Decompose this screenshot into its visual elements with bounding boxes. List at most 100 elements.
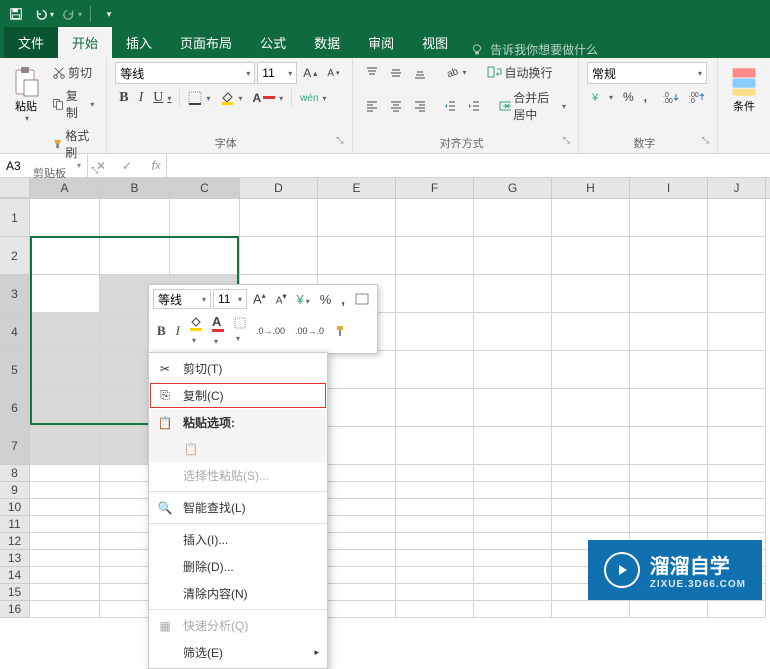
cell-E7[interactable]: [318, 427, 396, 465]
cell-J8[interactable]: [708, 465, 766, 482]
mini-comma[interactable]: ,: [337, 290, 349, 309]
cell-J7[interactable]: [708, 427, 766, 465]
row-header-3[interactable]: 3: [0, 275, 30, 313]
mini-fill-color[interactable]: ▾: [186, 314, 206, 348]
cell-A13[interactable]: [30, 550, 100, 567]
row-header-10[interactable]: 10: [0, 499, 30, 516]
cell-G11[interactable]: [474, 516, 552, 533]
cell-G7[interactable]: [474, 427, 552, 465]
cell-A1[interactable]: [30, 199, 100, 237]
cell-A12[interactable]: [30, 533, 100, 550]
cell-F11[interactable]: [396, 516, 474, 533]
font-name-combo[interactable]: 等线▾: [115, 62, 255, 84]
cell-I1[interactable]: [630, 199, 708, 237]
ctx-filter[interactable]: 筛选(E)▸: [149, 639, 327, 666]
ctx-smart-lookup[interactable]: 🔍智能查找(L): [149, 494, 327, 521]
cell-F15[interactable]: [396, 584, 474, 601]
cell-E14[interactable]: [318, 567, 396, 584]
cell-E16[interactable]: [318, 601, 396, 618]
cell-G14[interactable]: [474, 567, 552, 584]
cell-I6[interactable]: [630, 389, 708, 427]
cell-F3[interactable]: [396, 275, 474, 313]
cell-I8[interactable]: [630, 465, 708, 482]
phonetic-button[interactable]: wén▾: [296, 91, 330, 106]
cell-H2[interactable]: [552, 237, 630, 275]
cell-F1[interactable]: [396, 199, 474, 237]
cell-J10[interactable]: [708, 499, 766, 516]
cell-A9[interactable]: [30, 482, 100, 499]
mini-accounting[interactable]: ¥▾: [293, 290, 314, 309]
font-launcher[interactable]: ⤡: [336, 135, 343, 146]
mini-italic[interactable]: I: [172, 321, 184, 341]
cell-B2[interactable]: [100, 237, 170, 275]
cell-A14[interactable]: [30, 567, 100, 584]
align-center-button[interactable]: [385, 97, 407, 115]
cell-A3[interactable]: [30, 275, 100, 313]
cell-A16[interactable]: [30, 601, 100, 618]
cell-F8[interactable]: [396, 465, 474, 482]
mini-size-combo[interactable]: 11▾: [213, 289, 247, 309]
cell-F12[interactable]: [396, 533, 474, 550]
cell-J3[interactable]: [708, 275, 766, 313]
col-header-B[interactable]: B: [100, 178, 170, 198]
cell-G9[interactable]: [474, 482, 552, 499]
cell-G1[interactable]: [474, 199, 552, 237]
cell-I2[interactable]: [630, 237, 708, 275]
cell-H9[interactable]: [552, 482, 630, 499]
conditional-format-button[interactable]: 条件: [726, 62, 762, 118]
cell-A6[interactable]: [30, 389, 100, 427]
comma-button[interactable]: ,: [640, 88, 651, 106]
font-color-button[interactable]: A▾: [248, 89, 287, 107]
cell-E10[interactable]: [318, 499, 396, 516]
cell-G15[interactable]: [474, 584, 552, 601]
cell-A7[interactable]: [30, 427, 100, 465]
tab-review[interactable]: 审阅: [354, 27, 408, 58]
mini-dec-decimal[interactable]: .00→.0: [291, 324, 328, 338]
align-bottom-button[interactable]: [409, 64, 431, 82]
cell-E1[interactable]: [318, 199, 396, 237]
cell-E15[interactable]: [318, 584, 396, 601]
clipboard-launcher[interactable]: ⤡: [91, 165, 98, 176]
ctx-delete[interactable]: 删除(D)...: [149, 553, 327, 580]
mini-increase-font[interactable]: A▴: [249, 289, 270, 308]
cell-F6[interactable]: [396, 389, 474, 427]
cell-I10[interactable]: [630, 499, 708, 516]
col-header-E[interactable]: E: [318, 178, 396, 198]
cell-H1[interactable]: [552, 199, 630, 237]
cell-G2[interactable]: [474, 237, 552, 275]
row-header-12[interactable]: 12: [0, 533, 30, 550]
cell-H3[interactable]: [552, 275, 630, 313]
row-header-8[interactable]: 8: [0, 465, 30, 482]
col-header-C[interactable]: C: [170, 178, 240, 198]
cell-I3[interactable]: [630, 275, 708, 313]
align-top-button[interactable]: [361, 64, 383, 82]
mini-decrease-font[interactable]: A▾: [272, 289, 291, 308]
row-header-15[interactable]: 15: [0, 584, 30, 601]
increase-font-button[interactable]: A▴: [299, 64, 321, 82]
cell-J9[interactable]: [708, 482, 766, 499]
cell-G16[interactable]: [474, 601, 552, 618]
cell-J4[interactable]: [708, 313, 766, 351]
mini-font-combo[interactable]: 等线▾: [153, 289, 211, 309]
cell-H5[interactable]: [552, 351, 630, 389]
cell-B1[interactable]: [100, 199, 170, 237]
tab-file[interactable]: 文件: [4, 27, 58, 58]
cell-I5[interactable]: [630, 351, 708, 389]
row-header-7[interactable]: 7: [0, 427, 30, 465]
border-button[interactable]: ▾: [184, 89, 214, 107]
cell-G6[interactable]: [474, 389, 552, 427]
cell-G12[interactable]: [474, 533, 552, 550]
increase-indent-button[interactable]: [463, 97, 485, 115]
row-header-4[interactable]: 4: [0, 313, 30, 351]
cell-A2[interactable]: [30, 237, 100, 275]
confirm-edit-button[interactable]: ✓: [114, 154, 140, 178]
tab-insert[interactable]: 插入: [112, 27, 166, 58]
cell-A10[interactable]: [30, 499, 100, 516]
tab-home[interactable]: 开始: [58, 27, 112, 58]
mini-font-color[interactable]: A▾: [208, 312, 228, 349]
align-middle-button[interactable]: [385, 64, 407, 82]
cell-I4[interactable]: [630, 313, 708, 351]
cell-E12[interactable]: [318, 533, 396, 550]
cell-H4[interactable]: [552, 313, 630, 351]
row-header-5[interactable]: 5: [0, 351, 30, 389]
